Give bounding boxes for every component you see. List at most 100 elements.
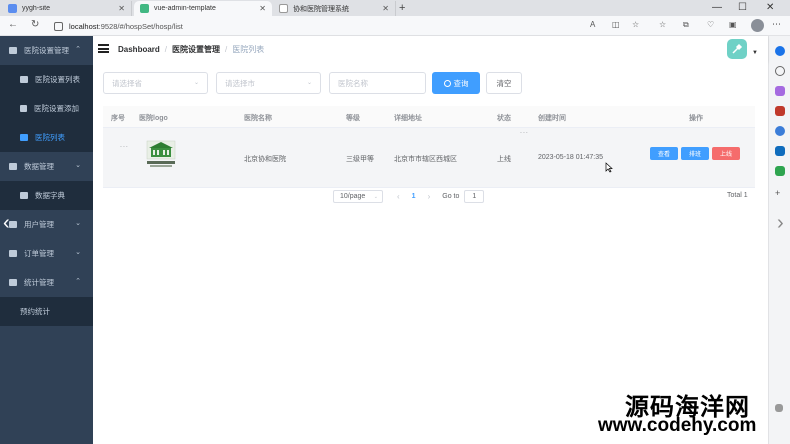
col-header: 序号: [111, 115, 125, 122]
tab-favicon-icon: [140, 4, 149, 13]
col-header: 详细地址: [394, 115, 422, 122]
hospital-name-input[interactable]: 医院名称: [329, 72, 426, 94]
url-field[interactable]: localhost:9528/#/hospSet/hosp/list: [54, 19, 634, 33]
sidebar-item-label: 数据字典: [35, 191, 65, 200]
clear-label: 清空: [496, 78, 512, 88]
maximize-icon[interactable]: ☐: [738, 2, 747, 13]
province-select[interactable]: 请选择省 ⌄: [103, 72, 208, 94]
user-avatar[interactable]: [727, 39, 747, 59]
back-icon[interactable]: ←: [8, 19, 18, 30]
window-close-icon[interactable]: ✕: [766, 2, 774, 13]
sidebar-item-dict[interactable]: 数据字典: [0, 181, 93, 210]
table-icon: [20, 192, 28, 199]
tab-label: 协和医院管理系统: [293, 5, 349, 13]
table-icon: [20, 76, 28, 83]
collections-icon[interactable]: ⧉: [683, 20, 689, 30]
page-size-select[interactable]: 10/page ⌄: [333, 189, 383, 203]
chevron-down-icon: ⌄: [373, 193, 378, 200]
settings-icon[interactable]: [775, 404, 783, 412]
more-icon[interactable]: ⋯: [772, 19, 781, 30]
tab-label: yygh-site: [22, 5, 51, 12]
watermark-line2: www.codehy.com: [598, 415, 757, 436]
browser-tab-2[interactable]: vue-admin-template ✕: [134, 1, 272, 16]
close-icon[interactable]: ✕: [118, 4, 125, 13]
sidebar-item-hospset[interactable]: 医院设置管理 ⌃: [0, 36, 93, 65]
tools-icon[interactable]: [775, 106, 785, 116]
query-label: 查询: [453, 78, 469, 88]
close-icon[interactable]: ✕: [382, 4, 389, 13]
sidebar-item-hospset-list[interactable]: 医院设置列表: [0, 65, 93, 94]
sidebar-item-stats[interactable]: 统计管理 ⌃: [0, 268, 93, 297]
sidebar-item-label: 医院列表: [35, 133, 65, 142]
more-dots-icon: ...: [520, 128, 529, 135]
col-header: 医院名称: [244, 115, 272, 122]
hospital-name: 北京协和医院: [244, 156, 286, 163]
view-button[interactable]: 查看: [650, 147, 678, 160]
city-select[interactable]: 请选择市 ⌄: [216, 72, 321, 94]
send-icon[interactable]: [775, 166, 785, 176]
browser-tab-1[interactable]: yygh-site ✕: [2, 1, 132, 16]
sidebar-item-user[interactable]: 用户管理 ⌄: [0, 210, 93, 239]
hospital-status: 上线: [497, 156, 511, 163]
caret-down-icon[interactable]: ▼: [752, 50, 758, 56]
schedule-button[interactable]: 排班: [681, 147, 709, 160]
sidebar-item-order[interactable]: 订单管理 ⌄: [0, 239, 93, 268]
favorite-icon[interactable]: ☆: [632, 20, 639, 29]
sidebar-item-label: 用户管理: [24, 220, 54, 229]
reload-icon[interactable]: ↻: [31, 19, 39, 30]
col-header: 状态: [497, 115, 511, 122]
sidebar-item-data[interactable]: 数据管理 ⌄: [0, 152, 93, 181]
read-aloud-icon[interactable]: A: [590, 20, 595, 29]
prev-arrow-icon[interactable]: ‹: [3, 212, 10, 235]
user-icon: [9, 221, 17, 228]
sidebar-item-hospset-add[interactable]: 医院设置添加: [0, 94, 93, 123]
goto-input[interactable]: 1: [464, 189, 485, 203]
sidebar-item-booking-stats[interactable]: 预约统计: [0, 297, 93, 326]
gear-icon: [9, 47, 17, 54]
outlook-icon[interactable]: [775, 146, 785, 156]
sidebar-item-label: 医院设置添加: [34, 104, 79, 113]
page-current[interactable]: 1: [412, 193, 416, 200]
table-icon: [20, 134, 28, 141]
total-count: Total 1: [727, 192, 748, 199]
goto-label: Go to: [442, 192, 460, 200]
circle-icon[interactable]: [775, 126, 785, 136]
minimize-icon[interactable]: —: [712, 2, 722, 13]
clear-button[interactable]: 清空: [486, 72, 522, 94]
tag-icon[interactable]: [775, 86, 785, 96]
split-screen-icon[interactable]: ◫: [612, 20, 620, 29]
breadcrumb-item[interactable]: Dashboard: [118, 45, 160, 54]
breadcrumb-item[interactable]: 医院设置管理: [172, 45, 220, 54]
new-tab-icon[interactable]: +: [399, 2, 405, 14]
next-arrow-icon[interactable]: ›: [777, 212, 784, 235]
address-bar: ← ↻ localhost:9528/#/hospSet/hosp/list A…: [0, 16, 790, 36]
next-page-icon[interactable]: ›: [428, 192, 431, 201]
favorites-bar-icon[interactable]: ☆: [659, 20, 666, 29]
chevron-down-icon: ⌄: [193, 80, 199, 86]
sidebar-item-hosp-list[interactable]: 医院列表: [0, 123, 93, 152]
bell-icon[interactable]: [775, 46, 785, 56]
edge-sidebar: +: [768, 36, 790, 444]
prev-page-icon[interactable]: ‹: [397, 192, 400, 201]
site-info-icon[interactable]: [54, 21, 63, 31]
sidebar-item-label: 医院设置管理: [24, 46, 69, 55]
extensions-icon[interactable]: ▣: [729, 20, 737, 29]
hamburger-icon[interactable]: [98, 44, 109, 53]
hospital-table: 序号 医院logo 医院名称 等级 详细地址 状态 创建时间 操作 ... 北京…: [103, 106, 755, 188]
close-icon[interactable]: ✕: [259, 4, 266, 13]
chevron-down-icon: ⌄: [75, 162, 81, 169]
table-header: 序号 医院logo 医院名称 等级 详细地址 状态 创建时间 操作: [103, 106, 755, 128]
add-icon[interactable]: +: [775, 188, 780, 198]
query-button[interactable]: 查询: [432, 72, 480, 94]
online-button[interactable]: 上线: [712, 147, 740, 160]
heart-icon[interactable]: ♡: [707, 20, 714, 29]
list-icon: [9, 163, 17, 170]
col-header: 医院logo: [139, 115, 168, 122]
chevron-down-icon: ⌄: [75, 220, 81, 227]
browser-tab-3[interactable]: 协和医院管理系统 ✕: [273, 1, 396, 16]
profile-avatar[interactable]: [751, 19, 764, 32]
row-index: ...: [120, 142, 129, 149]
table-row[interactable]: ... 北京协和医院 三级甲等 北京市市辖区西城区 ... 上线 2023-05…: [103, 128, 755, 188]
chevron-down-icon: ⌄: [306, 80, 312, 86]
search-icon[interactable]: [775, 66, 785, 76]
